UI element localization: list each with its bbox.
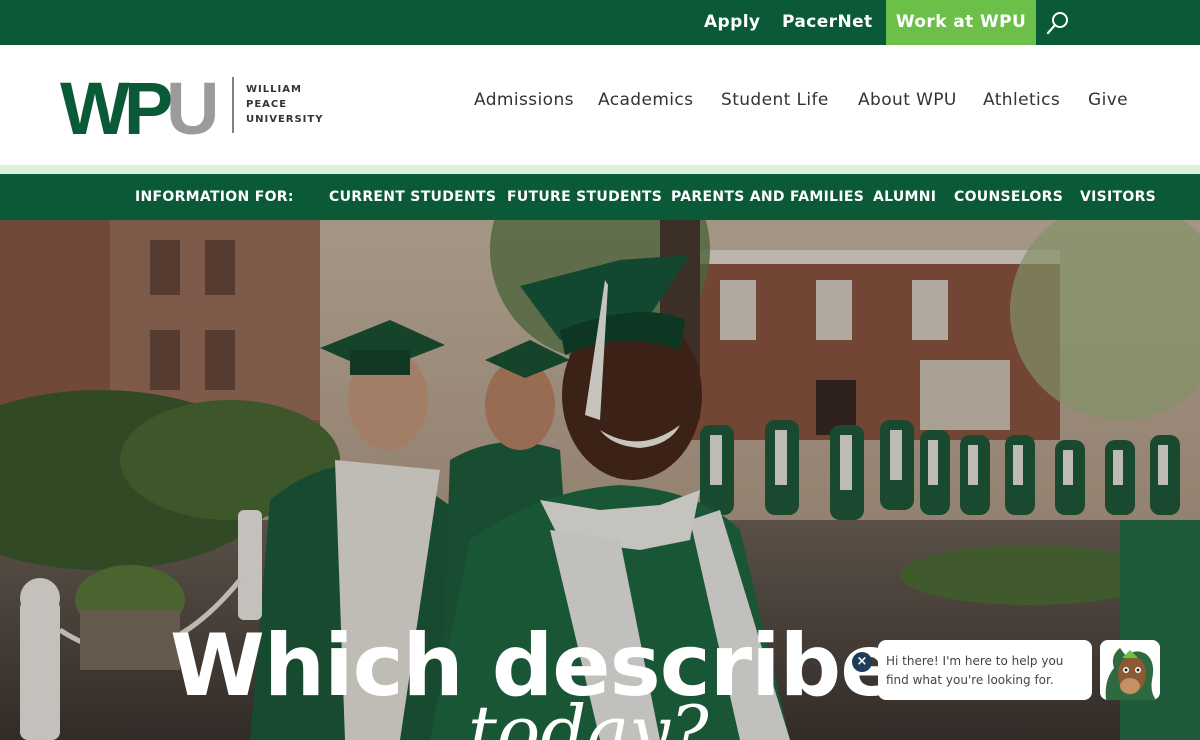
chat-close-button[interactable]: × (852, 652, 872, 672)
header-divider (0, 165, 1200, 174)
nav-academics[interactable]: Academics (598, 90, 693, 110)
search-icon[interactable] (1046, 11, 1070, 35)
svg-text:WP: WP (60, 75, 171, 137)
audience-visitors[interactable]: VISITORS (1080, 174, 1156, 220)
audience-bar: INFORMATION FOR: CURRENT STUDENTS FUTURE… (0, 174, 1200, 221)
logo-wordmark: WILLIAM PEACE UNIVERSITY (246, 82, 323, 127)
chat-greeting-bubble[interactable]: Hi there! I'm here to help you find what… (878, 640, 1092, 700)
main-header: WP U WILLIAM PEACE UNIVERSITY Admissions… (0, 45, 1200, 165)
nav-about-wpu[interactable]: About WPU (858, 90, 957, 110)
nav-student-life[interactable]: Student Life (721, 90, 829, 110)
audience-label: INFORMATION FOR: (135, 189, 294, 205)
utility-bar: Apply PacerNet Work at WPU (0, 0, 1200, 45)
audience-counselors[interactable]: COUNSELORS (954, 174, 1063, 220)
logo-line-university: UNIVERSITY (246, 114, 324, 125)
hero-subtitle: today? (468, 690, 709, 740)
logo-line-william: WILLIAM (246, 84, 302, 95)
logo-line-peace: PEACE (246, 99, 288, 110)
mascot-horse-icon (1100, 640, 1160, 700)
nav-give[interactable]: Give (1088, 90, 1128, 110)
chat-mascot-avatar[interactable] (1100, 640, 1160, 700)
pacernet-link[interactable]: PacerNet (782, 0, 873, 45)
audience-current-students[interactable]: CURRENT STUDENTS (329, 174, 496, 220)
work-at-wpu-link[interactable]: Work at WPU (886, 0, 1036, 45)
svg-text:U: U (166, 75, 219, 137)
nav-admissions[interactable]: Admissions (474, 90, 574, 110)
audience-parents-families[interactable]: PARENTS AND FAMILIES (671, 174, 864, 220)
nav-athletics[interactable]: Athletics (983, 90, 1060, 110)
audience-alumni[interactable]: ALUMNI (873, 174, 936, 220)
apply-link[interactable]: Apply (704, 0, 760, 45)
audience-future-students[interactable]: FUTURE STUDENTS (507, 174, 662, 220)
chat-greeting-text: Hi there! I'm here to help you find what… (886, 654, 1064, 687)
